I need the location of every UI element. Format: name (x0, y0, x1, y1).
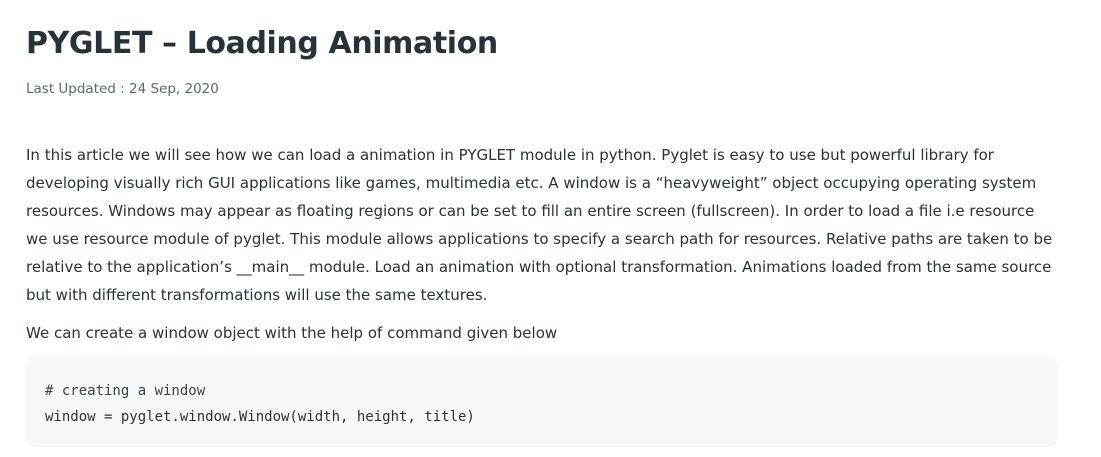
intro-paragraph: In this article we will see how we can l… (26, 146, 1053, 304)
code-block[interactable]: # creating a window window = pyglet.wind… (26, 356, 1057, 447)
article-title: PYGLET – Loading Animation (26, 26, 498, 61)
last-updated-date: Last Updated : 24 Sep, 2020 (26, 81, 219, 97)
command-intro-paragraph: We can create a window object with the h… (26, 324, 558, 342)
code-line-statement: window = pyglet.window.Window(width, hei… (45, 409, 475, 425)
code-line-comment: # creating a window (45, 383, 206, 399)
